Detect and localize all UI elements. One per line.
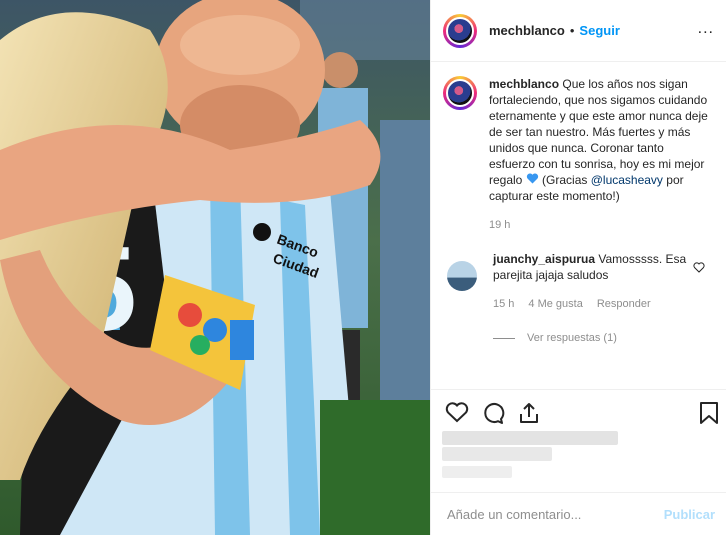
view-replies[interactable]: Ver respuestas (1) — [493, 332, 726, 344]
caption-time: 19 h — [489, 219, 511, 231]
comment-input[interactable]: Añade un comentario... — [447, 507, 664, 522]
caption-mention[interactable]: @lucasheavy — [591, 173, 663, 187]
comment-likes[interactable]: 4 Me gusta — [528, 296, 582, 312]
comment-bubble-icon[interactable] — [481, 401, 505, 430]
post-side-panel: mechblanco • Seguir ... mechblanco Que l… — [430, 0, 726, 535]
likes-summary-blurred-2 — [442, 447, 552, 461]
separator: • — [569, 23, 575, 38]
save-bookmark-icon[interactable] — [699, 401, 719, 430]
caption: mechblanco Que los años nos sigan fortal… — [431, 62, 726, 233]
share-icon[interactable] — [517, 401, 541, 430]
like-heart-icon[interactable] — [445, 401, 469, 428]
comment-meta: 15 h 4 Me gusta Responder — [493, 296, 693, 312]
view-replies-label[interactable]: Ver respuestas (1) — [527, 332, 617, 344]
comment-body: juanchy_aispurua Vamosssss. Esa parejita… — [493, 251, 693, 312]
comment-item: juanchy_aispurua Vamosssss. Esa parejita… — [431, 233, 726, 312]
post-photo[interactable]: 5 Banco Ciudad — [0, 0, 430, 535]
publish-button[interactable]: Publicar — [664, 507, 715, 522]
replies-line — [493, 337, 515, 339]
caption-text-thanks: (Gracias — [538, 173, 591, 187]
comment-reply-button[interactable]: Responder — [597, 296, 651, 312]
post-image: 5 Banco Ciudad — [0, 0, 430, 535]
post-header: mechblanco • Seguir ... — [431, 0, 726, 62]
follow-button[interactable]: Seguir — [579, 23, 619, 38]
commenter-username[interactable]: juanchy_aispurua — [493, 252, 595, 266]
caption-username[interactable]: mechblanco — [489, 77, 559, 91]
comment-time: 15 h — [493, 298, 515, 310]
caption-avatar[interactable] — [443, 76, 477, 110]
commenter-avatar[interactable] — [447, 261, 477, 291]
blue-heart-icon — [526, 173, 539, 187]
post-actions — [431, 389, 726, 436]
caption-text-block: mechblanco Que los años nos sigan fortal… — [489, 76, 709, 233]
comment-composer: Añade un comentario... Publicar — [431, 492, 726, 535]
likes-summary-blurred — [442, 431, 618, 445]
more-options-icon[interactable]: ... — [698, 20, 714, 38]
like-comment-heart-icon[interactable] — [693, 260, 705, 278]
caption-text: Que los años nos sigan fortaleciendo, qu… — [489, 77, 708, 187]
author-username[interactable]: mechblanco — [489, 23, 565, 38]
author-avatar[interactable] — [443, 13, 477, 48]
post-date-blurred — [442, 466, 512, 478]
